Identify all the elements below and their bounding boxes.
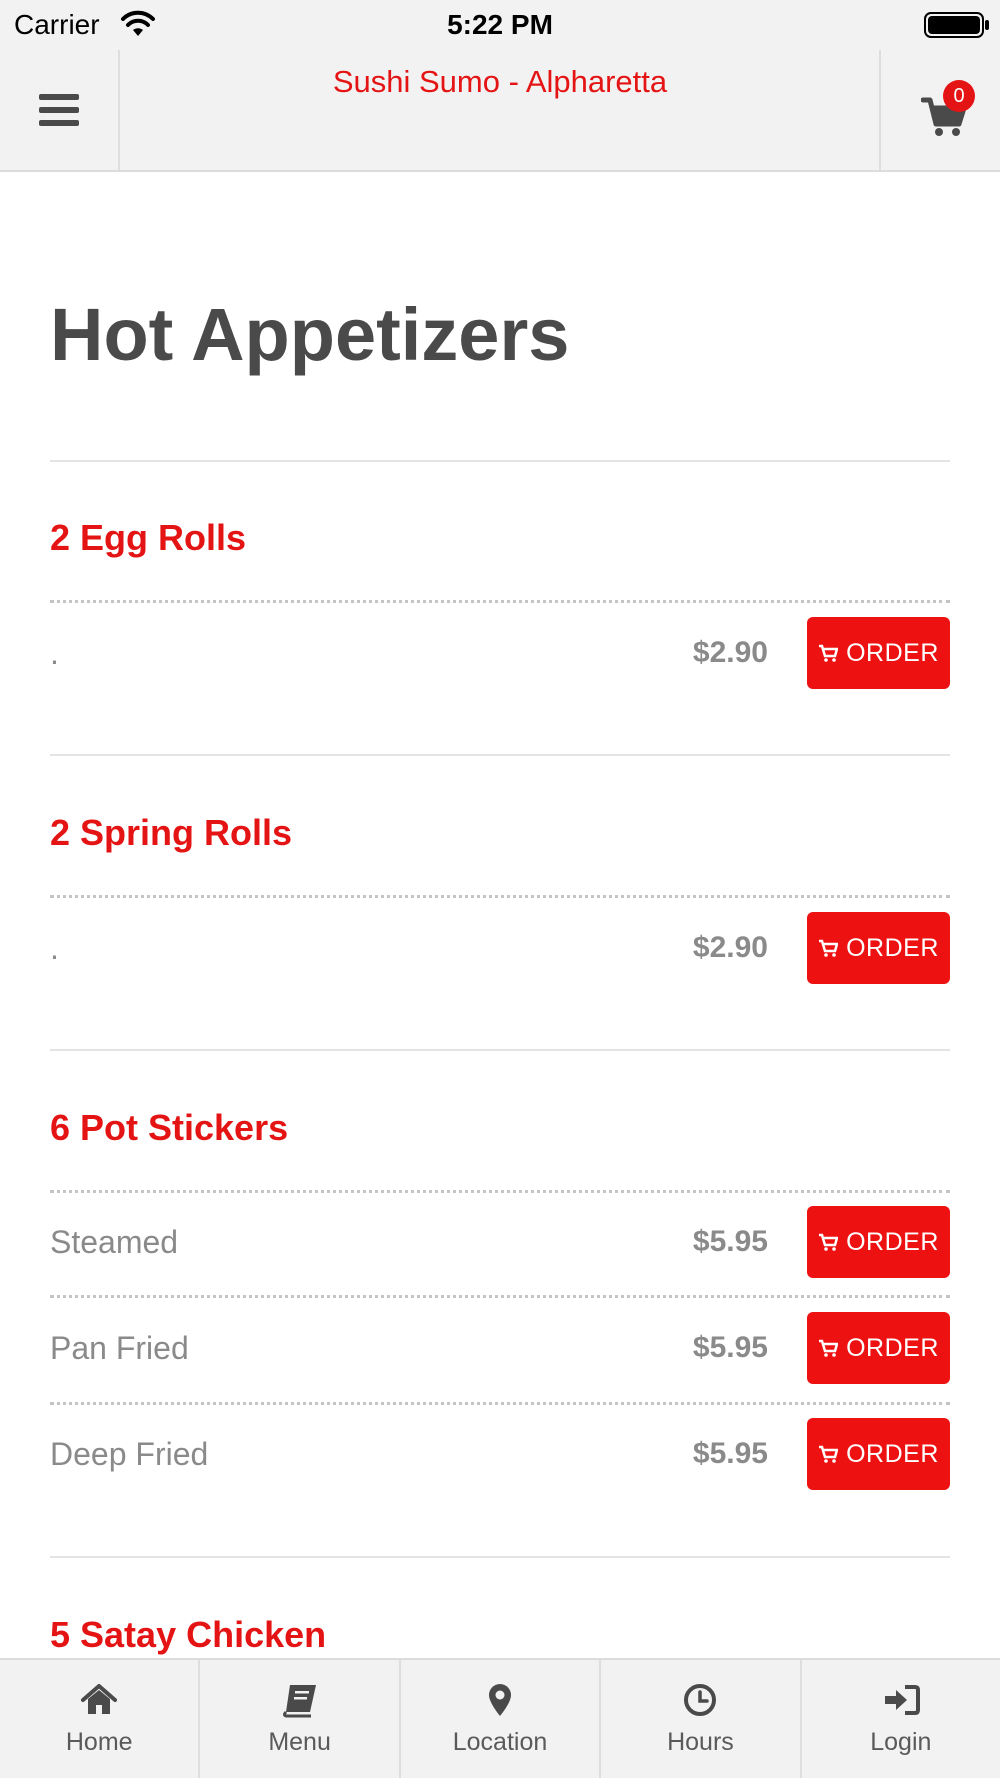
tab-label: Hours	[667, 1728, 734, 1756]
app-header: Sushi Sumo - Alpharetta 0	[0, 50, 1000, 172]
option-label: Pan Fried	[50, 1330, 189, 1366]
dotted-divider	[50, 1295, 950, 1298]
cart-icon	[819, 1339, 839, 1357]
cart-count-badge: 0	[943, 80, 975, 112]
section-divider	[50, 1556, 950, 1558]
tab-label: Home	[65, 1728, 133, 1756]
cart-button[interactable]: 0	[879, 50, 1000, 170]
tab-hours[interactable]: Hours	[601, 1660, 802, 1778]
book-icon	[282, 1685, 316, 1718]
option-label: Deep Fried	[50, 1436, 209, 1472]
tab-home[interactable]: Home	[0, 1660, 201, 1778]
order-button[interactable]: ORDER	[807, 912, 950, 984]
order-button[interactable]: ORDER	[807, 617, 950, 689]
page-title: Hot Appetizers	[50, 293, 570, 376]
sign-in-icon	[884, 1685, 920, 1715]
tab-menu[interactable]: Menu	[200, 1660, 401, 1778]
map-marker-icon	[489, 1684, 512, 1716]
cart-icon	[819, 1233, 839, 1251]
home-icon	[81, 1684, 118, 1714]
option-label: .	[50, 930, 59, 966]
tab-login[interactable]: Login	[802, 1660, 1000, 1778]
order-button-label: ORDER	[846, 1227, 939, 1256]
order-button[interactable]: ORDER	[807, 1206, 950, 1278]
menu-item-name: 6 Pot Stickers	[50, 1107, 289, 1148]
option-price: $5.95	[692, 1331, 768, 1364]
tab-label: Login	[870, 1728, 932, 1756]
order-button[interactable]: ORDER	[807, 1312, 950, 1384]
cart-icon	[819, 1445, 839, 1463]
order-button[interactable]: ORDER	[807, 1418, 950, 1490]
menu-item-name: 2 Spring Rolls	[50, 812, 293, 853]
battery-icon	[924, 12, 989, 38]
dotted-divider	[50, 600, 950, 603]
order-button-label: ORDER	[846, 1333, 939, 1362]
tab-label: Menu	[268, 1728, 331, 1756]
menu-option-row: Pan Fried $5.95 ORDER	[50, 1312, 950, 1384]
hamburger-icon	[39, 94, 79, 126]
bottom-tab-bar: Home Menu Location Hours Login	[0, 1658, 1000, 1778]
status-time: 5:22 PM	[447, 9, 553, 40]
menu-item-name: 5 Satay Chicken	[50, 1614, 327, 1655]
section-divider	[50, 754, 950, 756]
menu-option-row: Deep Fried $5.95 ORDER	[50, 1418, 950, 1490]
option-price: $5.95	[692, 1437, 768, 1470]
menu-option-row: Steamed $5.95 ORDER	[50, 1206, 950, 1278]
section-divider	[50, 460, 950, 462]
menu-toggle-button[interactable]	[0, 50, 120, 170]
option-price: $5.95	[692, 1225, 768, 1258]
dotted-divider	[50, 895, 950, 898]
option-label: Steamed	[50, 1224, 179, 1260]
restaurant-title: Sushi Sumo - Alpharetta	[332, 64, 668, 99]
menu-option-row: . $2.90 ORDER	[50, 912, 950, 984]
option-price: $2.90	[692, 636, 768, 669]
tab-label: Location	[452, 1728, 548, 1756]
clock-icon	[684, 1684, 717, 1716]
status-bar: Carrier 5:22 PM	[0, 0, 1000, 50]
dotted-divider	[50, 1190, 950, 1193]
order-button-label: ORDER	[846, 1439, 939, 1468]
section-divider	[50, 1049, 950, 1051]
order-button-label: ORDER	[846, 933, 939, 962]
option-label: .	[50, 635, 59, 671]
menu-option-row: . $2.90 ORDER	[50, 617, 950, 689]
option-price: $2.90	[692, 931, 768, 964]
order-button-label: ORDER	[846, 638, 939, 667]
cart-icon	[819, 939, 839, 957]
menu-item-name: 2 Egg Rolls	[50, 517, 247, 558]
cart-icon	[819, 644, 839, 662]
dotted-divider	[50, 1402, 950, 1405]
tab-location[interactable]: Location	[401, 1660, 602, 1778]
